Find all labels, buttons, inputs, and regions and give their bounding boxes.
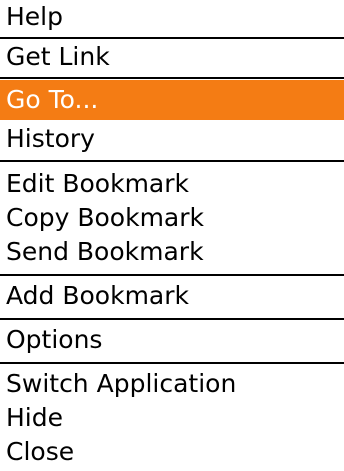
menu-separator	[0, 77, 344, 79]
menu-item-hide[interactable]: Hide	[0, 401, 344, 435]
context-menu: Help Get Link Go To... History Edit Book…	[0, 0, 344, 471]
menu-item-close[interactable]: Close	[0, 435, 344, 469]
menu-item-get-link[interactable]: Get Link	[0, 40, 344, 74]
menu-item-edit-bookmark[interactable]: Edit Bookmark	[0, 167, 344, 201]
menu-item-copy-bookmark[interactable]: Copy Bookmark	[0, 201, 344, 235]
menu-separator	[0, 37, 344, 39]
menu-separator	[0, 362, 344, 364]
menu-item-send-bookmark[interactable]: Send Bookmark	[0, 235, 344, 269]
menu-item-help[interactable]: Help	[0, 0, 344, 34]
menu-item-add-bookmark[interactable]: Add Bookmark	[0, 279, 344, 313]
menu-item-options[interactable]: Options	[0, 323, 344, 357]
menu-separator	[0, 160, 344, 162]
menu-item-switch-application[interactable]: Switch Application	[0, 367, 344, 401]
menu-separator	[0, 318, 344, 320]
menu-separator	[0, 274, 344, 276]
menu-item-history[interactable]: History	[0, 122, 344, 156]
menu-item-go-to[interactable]: Go To...	[0, 80, 344, 120]
